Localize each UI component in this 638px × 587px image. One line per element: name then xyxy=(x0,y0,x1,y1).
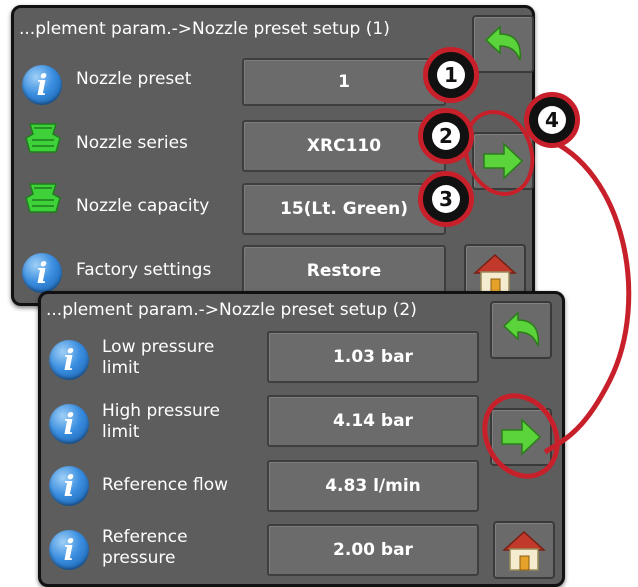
info-icon[interactable]: i xyxy=(49,404,89,444)
callout-badge-3: 3 xyxy=(418,171,474,227)
nozzle-preset-label: Nozzle preset xyxy=(76,69,192,89)
home-icon xyxy=(473,253,517,294)
nozzle-preset-screen-2: ...plement param.->Nozzle preset setup (… xyxy=(38,291,565,587)
back-arrow-icon xyxy=(502,311,540,347)
reference-flow-label: Reference flow xyxy=(102,475,229,495)
home-button[interactable] xyxy=(493,521,555,579)
nozzle-icon[interactable] xyxy=(20,178,66,222)
factory-settings-restore-button[interactable]: Restore xyxy=(242,245,446,297)
high-pressure-limit-field[interactable]: 4.14 bar xyxy=(267,395,479,447)
reference-flow-field[interactable]: 4.83 l/min xyxy=(267,460,479,512)
nozzle-series-field[interactable]: XRC110 xyxy=(242,120,446,172)
nozzle-capacity-label: Nozzle capacity xyxy=(76,196,210,216)
nozzle-icon[interactable] xyxy=(20,118,66,162)
callout-badge-2: 2 xyxy=(418,108,474,164)
callout-badge-4: 4 xyxy=(524,92,580,148)
reference-pressure-label: Reference pressure xyxy=(102,527,188,568)
low-pressure-limit-label: Low pressure limit xyxy=(102,337,215,378)
nozzle-series-label: Nozzle series xyxy=(76,133,188,153)
callout-badge-1: 1 xyxy=(423,47,479,103)
high-pressure-limit-label: High pressure limit xyxy=(102,401,220,442)
info-icon[interactable]: i xyxy=(49,530,89,570)
next-button[interactable] xyxy=(490,408,552,466)
screen-title: ...plement param.->Nozzle preset setup (… xyxy=(19,19,390,39)
back-arrow-icon xyxy=(484,25,522,61)
info-icon[interactable]: i xyxy=(49,340,89,380)
low-pressure-limit-field[interactable]: 1.03 bar xyxy=(267,331,479,383)
info-icon[interactable]: i xyxy=(22,65,62,105)
next-button[interactable] xyxy=(472,132,534,190)
factory-settings-label: Factory settings xyxy=(76,260,212,280)
forward-arrow-icon xyxy=(501,418,542,456)
reference-pressure-field[interactable]: 2.00 bar xyxy=(267,524,479,576)
nozzle-capacity-field[interactable]: 15(Lt. Green) xyxy=(242,183,446,235)
back-button[interactable] xyxy=(490,301,552,359)
forward-arrow-icon xyxy=(483,142,524,180)
screen-title: ...plement param.->Nozzle preset setup (… xyxy=(46,300,417,320)
nozzle-preset-field[interactable]: 1 xyxy=(242,58,446,106)
info-icon[interactable]: i xyxy=(49,466,89,506)
back-button[interactable] xyxy=(472,15,534,73)
home-icon xyxy=(502,530,546,571)
info-icon[interactable]: i xyxy=(22,253,62,293)
